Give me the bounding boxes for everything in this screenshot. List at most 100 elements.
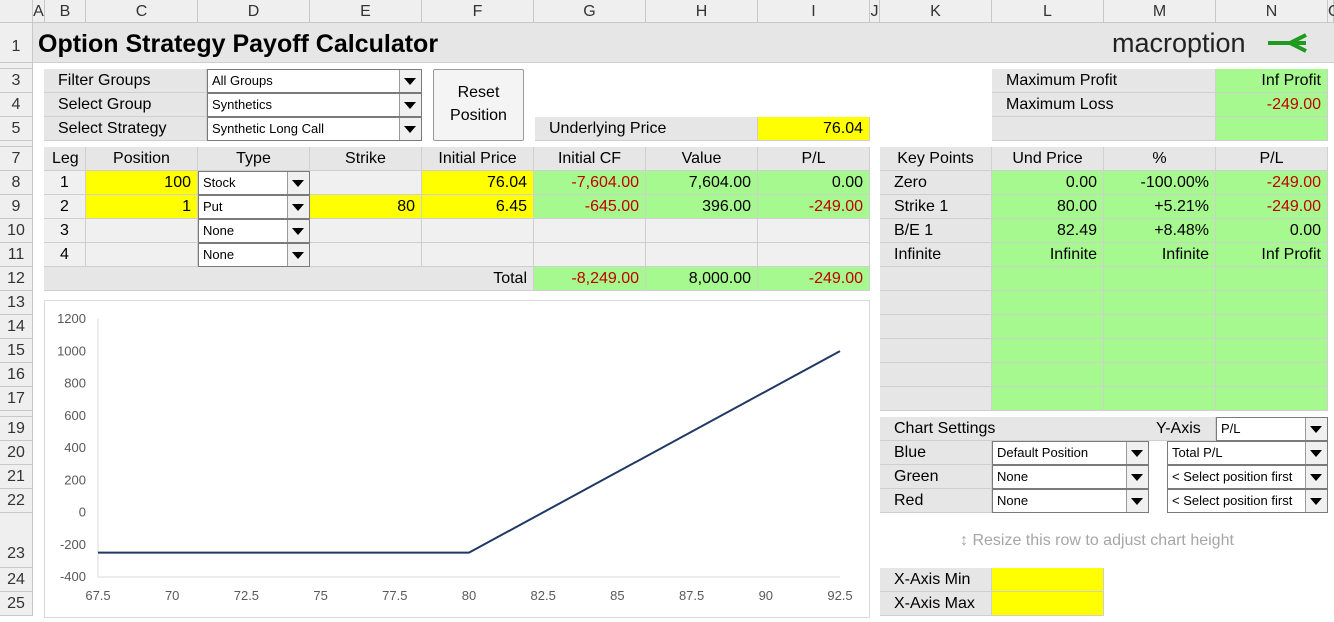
column-header-c[interactable]: C [86,0,198,23]
resize-hint: ↕ Resize this row to adjust chart height [960,529,1234,553]
row-header-10[interactable]: 10 [0,219,33,243]
column-header-h[interactable]: H [646,0,758,23]
column-header-o[interactable]: O [1328,0,1334,23]
filter-groups-dropdown[interactable]: All Groups [207,69,422,93]
leg-initial-price-input[interactable] [422,219,534,243]
select-group-arrow-icon[interactable] [399,94,421,116]
column-header-f[interactable]: F [422,0,534,23]
row-header-21[interactable]: 21 [0,465,33,489]
row-header-13[interactable]: 13 [0,291,33,315]
leg-number: 3 [44,219,86,243]
x-tick-label: 85 [610,588,624,603]
row-header-4[interactable]: 4 [0,93,33,117]
red-metric-dropdown[interactable]: < Select position first [1167,489,1328,513]
reset-position-button[interactable]: Reset Position [433,69,524,141]
select-all-corner[interactable] [0,0,33,23]
key-point-price: 82.49 [992,219,1104,243]
leg-initial-price-input[interactable]: 76.04 [422,171,534,195]
total-initial-cf: -8,249.00 [534,267,646,291]
y-axis-arrow-icon[interactable] [1305,418,1327,440]
row-header-16[interactable]: 16 [0,363,33,387]
red-position-arrow-icon[interactable] [1126,490,1148,512]
row-header-22[interactable]: 22 [0,489,33,513]
row-header-24[interactable]: 24 [0,568,33,592]
leg-position-input[interactable] [86,219,198,243]
filter-groups-arrow-icon[interactable] [399,70,421,92]
row-header-8[interactable]: 8 [0,171,33,195]
column-header-l[interactable]: L [992,0,1104,23]
column-header-b[interactable]: B [45,0,86,23]
row-header-15[interactable]: 15 [0,339,33,363]
key-point-pct: Infinite [1104,243,1216,267]
leg-pl [758,219,870,243]
leg-initial-price-input[interactable]: 6.45 [422,195,534,219]
legs-header-type: Type [198,147,310,171]
row-header-1[interactable]: 1 [0,23,33,63]
column-header-g[interactable]: G [534,0,646,23]
blue-position-value: Default Position [997,445,1089,460]
row-header-3[interactable]: 3 [0,69,33,93]
key-point-price: 0.00 [992,171,1104,195]
y-tick-label: 400 [64,440,86,455]
leg-position-input[interactable] [86,243,198,267]
key-point-empty [1216,339,1328,363]
green-position-arrow-icon[interactable] [1126,466,1148,488]
column-header-n[interactable]: N [1216,0,1328,23]
leg-type-arrow-icon[interactable] [287,172,309,194]
row-header-23[interactable]: 23 [0,513,33,568]
row-header-19[interactable]: 19 [0,417,33,441]
leg-strike-input[interactable] [310,243,422,267]
leg-type-arrow-icon[interactable] [287,220,309,242]
red-metric-arrow-icon[interactable] [1305,490,1327,512]
green-metric-arrow-icon[interactable] [1305,466,1327,488]
column-header-m[interactable]: M [1104,0,1216,23]
blue-position-arrow-icon[interactable] [1126,442,1148,464]
leg-type-arrow-icon[interactable] [287,244,309,266]
row-header-7[interactable]: 7 [0,147,33,171]
leg-position-input[interactable]: 100 [86,171,198,195]
key-point-empty [1216,387,1328,411]
row-header-25[interactable]: 25 [0,592,33,616]
underlying-price-label: Underlying Price [535,117,758,141]
column-header-e[interactable]: E [310,0,422,23]
y-tick-label: 800 [64,376,86,391]
select-group-dropdown[interactable]: Synthetics [207,93,422,117]
column-header-a[interactable]: A [33,0,45,23]
row-header-12[interactable]: 12 [0,267,33,291]
row-header-9[interactable]: 9 [0,195,33,219]
leg-strike-input[interactable]: 80 [310,195,422,219]
row-header-14[interactable]: 14 [0,315,33,339]
row-header-20[interactable]: 20 [0,441,33,465]
leg-position-input[interactable]: 1 [86,195,198,219]
row-header-11[interactable]: 11 [0,243,33,267]
reset-line2: Position [450,107,507,124]
filter-groups-label: Filter Groups [44,69,207,93]
x-axis-max-input[interactable] [992,592,1104,616]
green-metric-dropdown[interactable]: < Select position first [1167,465,1328,489]
max-loss-value: -249.00 [1216,93,1328,117]
x-axis-min-input[interactable] [992,568,1104,592]
leg-type-arrow-icon[interactable] [287,196,309,218]
leg-type-value: None [203,223,235,238]
underlying-price-input[interactable]: 76.04 [758,117,870,141]
leg-strike-input[interactable] [310,219,422,243]
row-header-17[interactable]: 17 [0,387,33,411]
x-axis-max-label: X-Axis Max [880,592,992,616]
leg-value: 7,604.00 [646,171,758,195]
select-strategy-arrow-icon[interactable] [399,118,421,140]
blue-metric-arrow-icon[interactable] [1305,442,1327,464]
x-tick-label: 92.5 [827,588,852,603]
column-header-k[interactable]: K [880,0,992,23]
column-header-i[interactable]: I [758,0,870,23]
row-header-5[interactable]: 5 [0,117,33,141]
x-tick-label: 87.5 [679,588,704,603]
leg-initial-price-input[interactable] [422,243,534,267]
blue-metric-dropdown[interactable]: Total P/L [1167,441,1328,465]
key-points-header-3: P/L [1216,147,1328,171]
leg-strike-input[interactable] [310,171,422,195]
leg-type-value: Stock [203,175,236,190]
red-position-value: None [997,493,1029,508]
select-strategy-dropdown[interactable]: Synthetic Long Call [207,117,422,141]
column-header-d[interactable]: D [198,0,310,23]
column-header-j[interactable]: J [870,0,880,23]
